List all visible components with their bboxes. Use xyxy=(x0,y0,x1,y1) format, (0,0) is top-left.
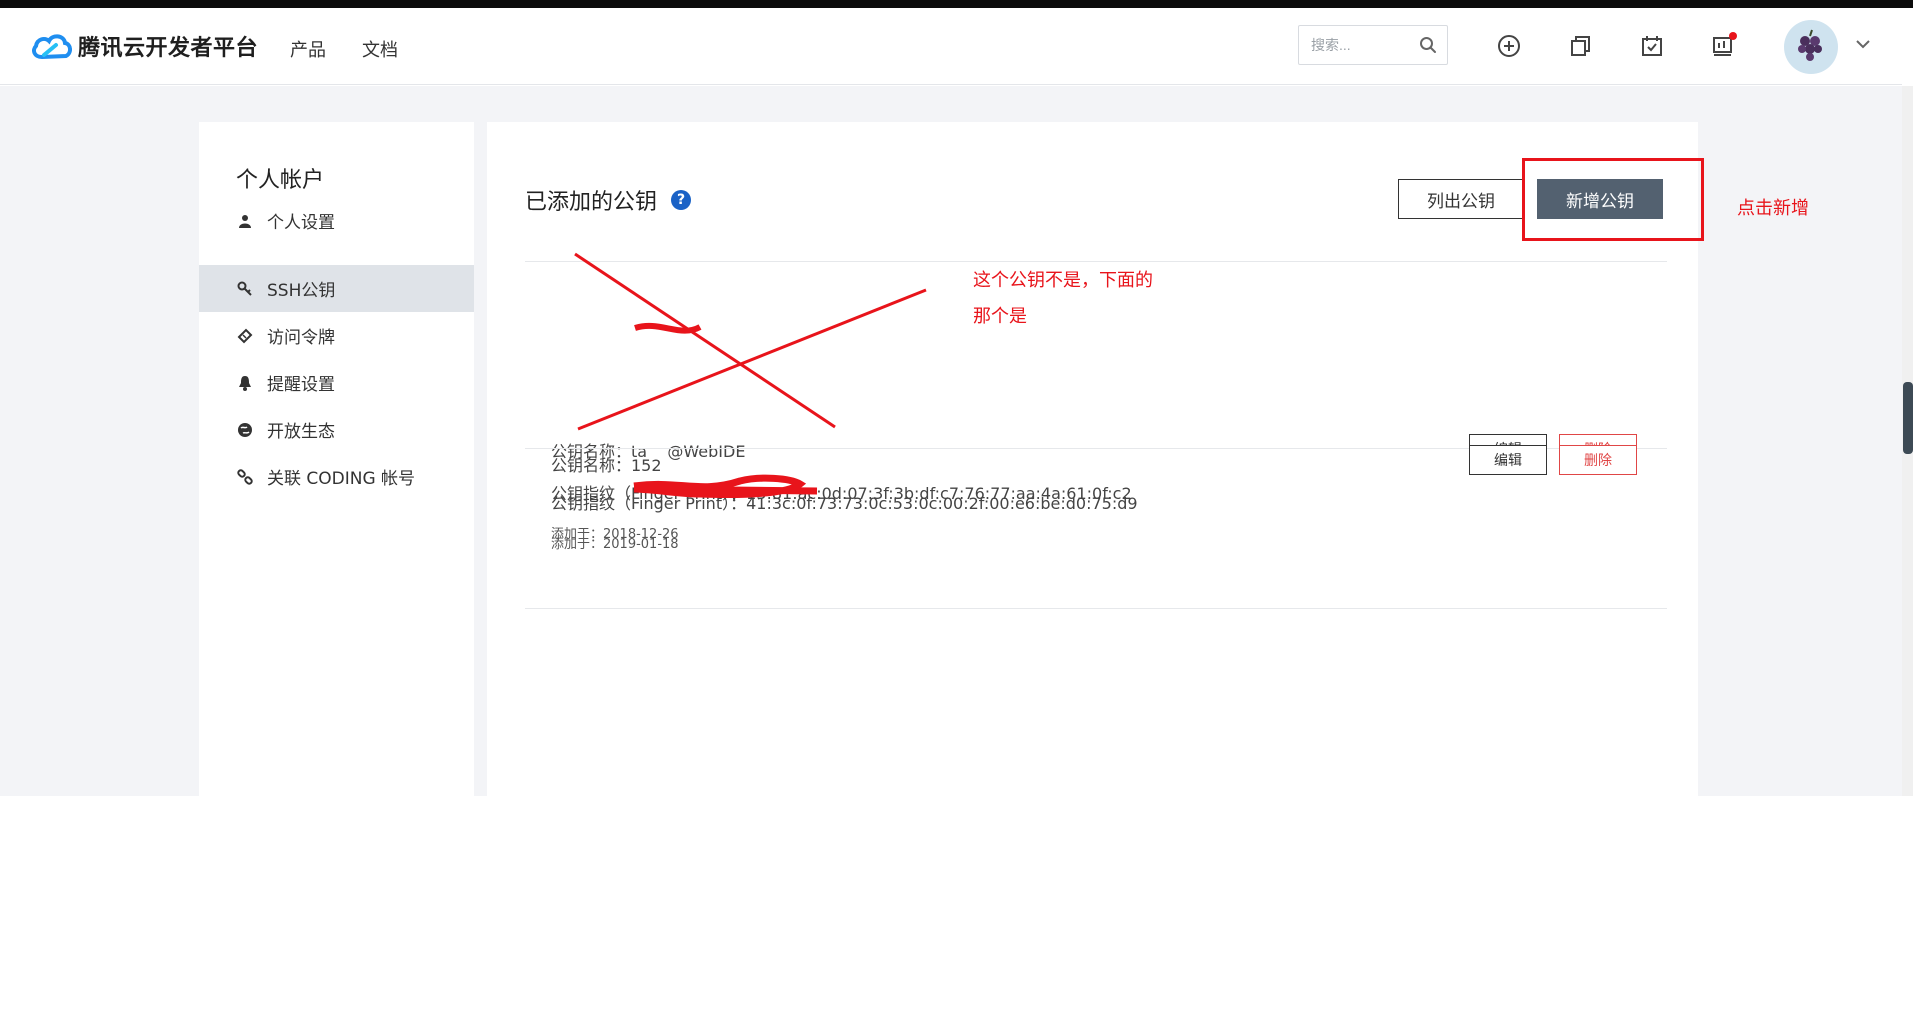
search-input[interactable] xyxy=(1299,26,1409,64)
row-divider xyxy=(525,608,1667,609)
chevron-down-icon[interactable] xyxy=(1855,38,1871,50)
sidebar-title: 个人帐户 xyxy=(236,168,325,193)
ticket-icon xyxy=(237,328,253,344)
annotation-click-add: 点击新增 xyxy=(1737,198,1809,219)
avatar[interactable] xyxy=(1784,20,1838,74)
logo[interactable]: 腾讯云开发者平台 xyxy=(30,30,258,62)
sidebar-item-personal-settings[interactable]: 个人设置 xyxy=(199,197,474,244)
search-box xyxy=(1298,25,1448,65)
nav-products[interactable]: 产品 xyxy=(290,36,326,62)
nav-docs[interactable]: 文档 xyxy=(362,36,398,62)
logo-text: 腾讯云开发者平台 xyxy=(78,36,259,61)
list-keys-button[interactable]: 列出公钥 xyxy=(1398,179,1524,219)
key-item: 公钥名称：ta @WebIDE 公钥指纹（Finger Print）：13:81… xyxy=(525,272,1667,542)
annotation-note-line2: 那个是 xyxy=(973,306,1027,326)
sidebar-item-label: 关联 CODING 帐号 xyxy=(267,469,416,489)
key-added-date: 添加于：2019-01-18 xyxy=(551,537,679,552)
sidebar-item-link-coding[interactable]: 关联 CODING 帐号 xyxy=(199,453,474,500)
ssh-keys-panel: 已添加的公钥 ? 列出公钥 新增公钥 公钥名称：ta @WebIDE 公钥指纹（… xyxy=(487,122,1698,796)
link-icon xyxy=(237,468,253,485)
top-border xyxy=(0,0,1913,8)
edit-key-button[interactable]: 编辑 xyxy=(1469,445,1547,475)
page-title-text: 已添加的公钥 xyxy=(525,190,658,215)
sidebar-item-open-ecosystem[interactable]: 开放生态 xyxy=(199,406,474,453)
search-icon[interactable] xyxy=(1419,36,1437,54)
globe-icon xyxy=(237,422,253,438)
annotation-note-line1: 这个公钥不是，下面的 xyxy=(973,270,1153,290)
scrollbar-thumb[interactable] xyxy=(1903,382,1913,454)
calendar-check-icon[interactable] xyxy=(1638,32,1666,60)
sidebar-item-label: 访问令牌 xyxy=(267,328,335,348)
key-fingerprint: 公钥指纹（Finger Print）：41:3c:0f:73:73:0c:53:… xyxy=(551,494,1138,513)
delete-key-button[interactable]: 删除 xyxy=(1559,445,1637,475)
grape-avatar-icon xyxy=(1798,29,1822,61)
notification-icon[interactable] xyxy=(1709,32,1737,60)
key-item: 公钥名称：152 公钥指纹（Finger Print）：41:3c:0f:73:… xyxy=(525,445,1667,612)
cloud-logo-icon xyxy=(32,34,72,60)
sidebar-item-label: 开放生态 xyxy=(267,422,335,442)
sidebar-item-label: 个人设置 xyxy=(267,213,335,233)
account-sidebar: 个人帐户 个人设置 SSH公钥 访问令牌 提醒设置 开放生态 关联 CODING xyxy=(199,122,474,796)
header-divider xyxy=(525,261,1667,262)
help-icon[interactable]: ? xyxy=(671,190,692,210)
sidebar-item-access-tokens[interactable]: 访问令牌 xyxy=(199,312,474,359)
copy-icon[interactable] xyxy=(1567,32,1595,60)
top-header: 腾讯云开发者平台 产品 文档 xyxy=(0,8,1902,85)
sidebar-item-label: SSH公钥 xyxy=(267,281,336,301)
annotation-box xyxy=(1522,158,1704,241)
key-icon xyxy=(237,281,253,297)
sidebar-item-ssh-keys[interactable]: SSH公钥 xyxy=(199,265,474,312)
sidebar-item-label: 提醒设置 xyxy=(267,375,335,395)
key-name: 公钥名称：152 xyxy=(551,456,662,475)
sidebar-item-reminder-settings[interactable]: 提醒设置 xyxy=(199,359,474,406)
add-circle-icon[interactable] xyxy=(1495,32,1523,60)
user-icon xyxy=(237,213,253,229)
page-title: 已添加的公钥 ? xyxy=(525,184,692,216)
bell-icon xyxy=(237,375,253,391)
